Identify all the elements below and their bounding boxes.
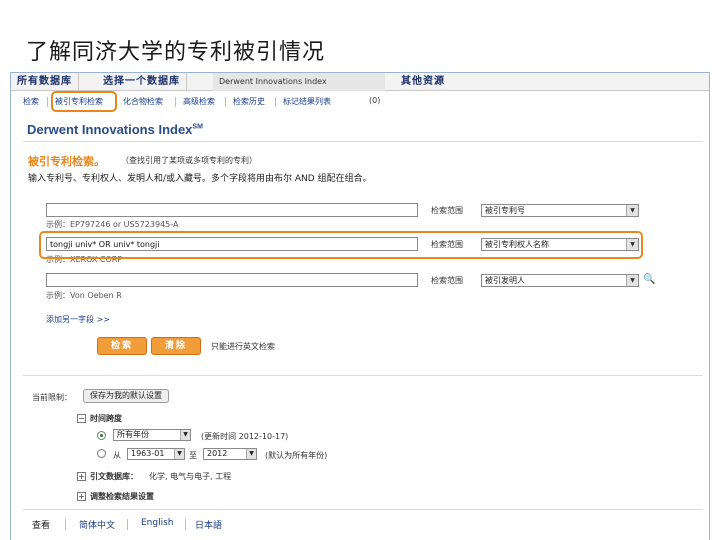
cited-inventor-input[interactable] — [46, 273, 418, 287]
to-year-select[interactable]: 2012 ▼ — [203, 448, 257, 460]
field-label: 检索范围 — [431, 276, 463, 285]
tree-expand-icon[interactable]: + — [77, 492, 86, 501]
magnifier-icon[interactable]: 🔍 — [643, 274, 655, 285]
field-select-1[interactable]: 被引专利号 ▼ — [481, 204, 639, 217]
divider — [23, 509, 703, 510]
save-defaults-button[interactable]: 保存为我的默认设置 — [83, 389, 169, 403]
field-select-3[interactable]: 被引发明人 ▼ — [481, 274, 639, 287]
tab-select-database[interactable]: 选择一个数据库 — [97, 73, 187, 91]
tree-expand-icon[interactable]: + — [77, 472, 86, 481]
from-year-select[interactable]: 1963-01 ▼ — [127, 448, 185, 460]
search-instructions: 输入专利号、专利权人、发明人和/或入藏号。多个字段将用由布尔 AND 组配在组合… — [28, 174, 372, 184]
field-label: 检索范围 — [431, 206, 463, 215]
citation-db-label: 引文数据库： — [90, 472, 138, 481]
dropdown-arrow-icon: ▼ — [626, 275, 638, 286]
default-years-note: (默认为所有年份) — [265, 451, 328, 460]
lang-simplified-chinese[interactable]: 简体中文 — [79, 518, 115, 531]
subnav-compound-search[interactable]: 化合物检索 — [123, 96, 163, 107]
current-limits-label: 当前限制： — [32, 393, 72, 402]
tab-derwent[interactable]: Derwent Innovations Index — [213, 73, 385, 91]
search-note: （查找引用了某项或多项专利的专利） — [121, 156, 257, 165]
database-tabs: 所有数据库 选择一个数据库 Derwent Innovations Index … — [11, 73, 709, 91]
wos-browser-frame: 所有数据库 选择一个数据库 Derwent Innovations Index … — [10, 72, 710, 540]
tree-collapse-icon[interactable]: − — [77, 414, 86, 423]
dropdown-arrow-icon: ▼ — [626, 205, 638, 216]
search-button[interactable]: 检索 — [97, 337, 147, 355]
lang-japanese[interactable]: 日本語 — [195, 518, 222, 531]
example-patent-number: 示例：EP797246 or US5723945-A — [46, 220, 179, 229]
divider — [23, 375, 703, 376]
add-field-link[interactable]: 添加另一字段 >> — [46, 314, 110, 325]
footer-view: 查看 — [32, 521, 51, 531]
subnav-search[interactable]: 检索 — [23, 96, 39, 107]
highlight-cited-patent-tab — [51, 91, 117, 112]
dropdown-arrow-icon: ▼ — [246, 449, 256, 459]
divider — [23, 141, 703, 142]
dropdown-arrow-icon: ▼ — [180, 430, 190, 440]
cited-patent-number-input[interactable] — [46, 203, 418, 217]
highlight-assignee-row — [39, 231, 643, 259]
dropdown-arrow-icon: ▼ — [174, 449, 184, 459]
to-label: 至 — [189, 451, 197, 460]
from-label: 从 — [113, 451, 121, 460]
radio-year-range[interactable] — [97, 449, 106, 458]
subnav-marked-list[interactable]: 标记结果列表 — [283, 96, 331, 107]
subnav-search-history[interactable]: 检索历史 — [233, 96, 265, 107]
timespan-select[interactable]: 所有年份 ▼ — [113, 429, 191, 441]
product-title: Derwent Innovations IndexSM — [27, 122, 203, 137]
tab-all-databases[interactable]: 所有数据库 — [11, 73, 79, 91]
adjust-results-label[interactable]: 调整检索结果设置 — [90, 491, 154, 502]
subnav-advanced-search[interactable]: 高级检索 — [183, 96, 215, 107]
lang-english[interactable]: English — [141, 518, 174, 528]
update-date: (更新时间 2012-10-17) — [201, 432, 289, 441]
example-inventor: 示例：Von Oeben R — [46, 291, 122, 300]
tab-other-resources[interactable]: 其他资源 — [395, 73, 451, 91]
slide-title: 了解同济大学的专利被引情况 — [26, 40, 326, 65]
clear-button[interactable]: 清除 — [151, 337, 201, 355]
english-only-note: 只能进行英文检索 — [211, 342, 275, 351]
cited-patent-search-title: 被引专利检索。 — [28, 155, 105, 168]
timespan-label: 时间跨度 — [90, 414, 122, 423]
marked-list-count: (0) — [369, 96, 381, 105]
citation-db-value: 化学, 电气与电子, 工程 — [149, 472, 232, 481]
radio-all-years[interactable] — [97, 431, 106, 440]
